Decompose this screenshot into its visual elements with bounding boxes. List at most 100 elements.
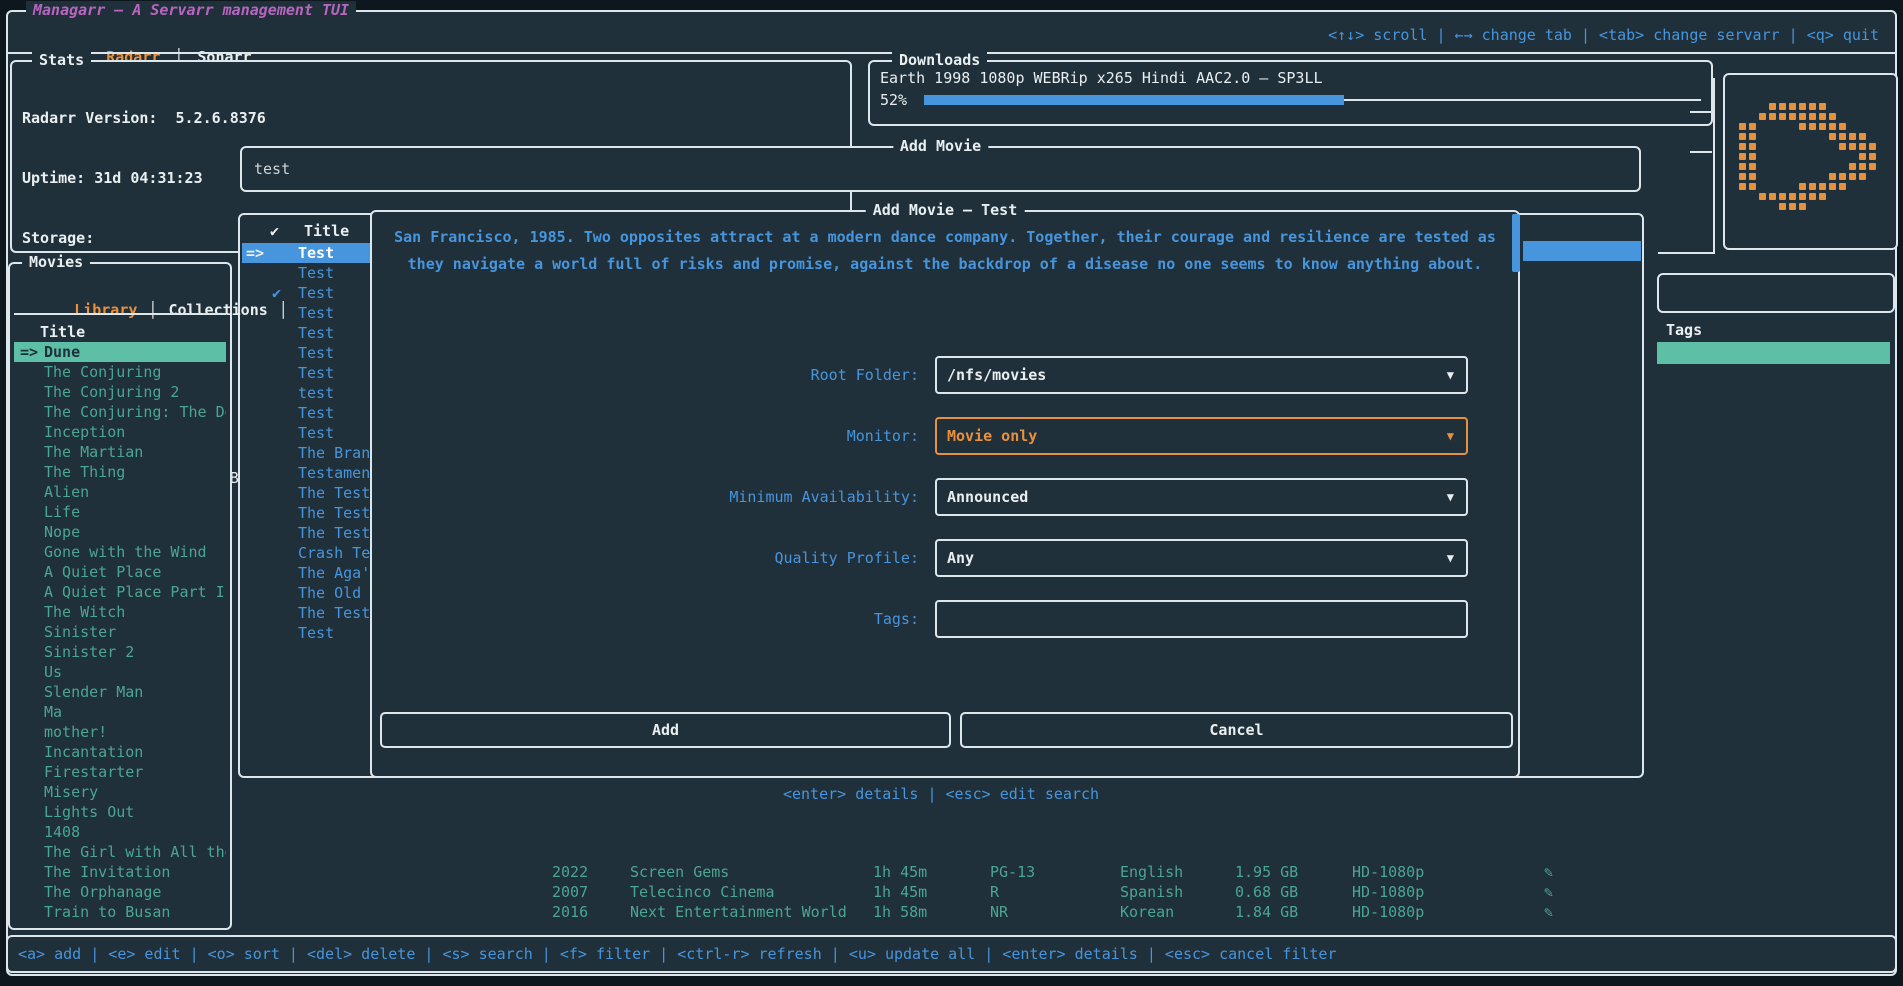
movie-title: Us bbox=[44, 662, 62, 682]
field-label: Monitor: bbox=[372, 417, 919, 455]
movie-list-item[interactable]: The Conjuring: The De bbox=[14, 402, 226, 422]
results-title-header[interactable]: Title bbox=[304, 221, 349, 241]
movie-list-item[interactable]: Incantation bbox=[14, 742, 226, 762]
movie-title: Sinister 2 bbox=[44, 642, 134, 662]
movie-list-item[interactable]: The Conjuring bbox=[14, 362, 226, 382]
movie-list-item[interactable]: Ma bbox=[14, 702, 226, 722]
movie-list-item[interactable]: Slender Man bbox=[14, 682, 226, 702]
result-title: The Bran bbox=[298, 443, 370, 463]
chevron-down-icon: ▼ bbox=[1447, 480, 1454, 514]
result-list-item[interactable]: Testamen bbox=[242, 463, 370, 483]
result-list-item[interactable]: test bbox=[242, 383, 370, 403]
table-row[interactable]: 2007Telecinco Cinema1h 45mRSpanish0.68 G… bbox=[0, 882, 1903, 902]
result-title: The Old bbox=[298, 583, 361, 603]
movie-list-item[interactable]: The Martian bbox=[14, 442, 226, 462]
result-title: Testamen bbox=[298, 463, 370, 483]
add-movie-search-title: Add Movie bbox=[893, 137, 988, 155]
movie-list-item[interactable]: The Thing bbox=[14, 462, 226, 482]
movie-list-item[interactable]: Life bbox=[14, 502, 226, 522]
movie-list-item[interactable]: Us bbox=[14, 662, 226, 682]
result-list-item[interactable]: Test bbox=[242, 623, 370, 643]
table-row[interactable]: 2022Screen Gems1h 45mPG-13English1.95 GB… bbox=[0, 862, 1903, 882]
field-select[interactable]: Movie only▼ bbox=[935, 417, 1468, 455]
movie-list-item[interactable]: Misery bbox=[14, 782, 226, 802]
field-label: Quality Profile: bbox=[372, 539, 919, 577]
result-list-item[interactable]: The Test bbox=[242, 483, 370, 503]
movie-overview: San Francisco, 1985. Two opposites attra… bbox=[390, 224, 1500, 278]
movie-title: The Conjuring bbox=[44, 362, 161, 382]
movie-title: A Quiet Place bbox=[44, 562, 161, 582]
movie-list-item[interactable]: Lights Out bbox=[14, 802, 226, 822]
movie-list-item[interactable]: A Quiet Place bbox=[14, 562, 226, 582]
result-list-item[interactable]: The Test bbox=[242, 503, 370, 523]
movie-list-item[interactable]: Sinister 2 bbox=[14, 642, 226, 662]
result-list-item[interactable]: Test bbox=[242, 343, 370, 363]
result-list-item[interactable]: The Aga' bbox=[242, 563, 370, 583]
result-title: Test bbox=[298, 403, 334, 423]
movie-title: Life bbox=[44, 502, 80, 522]
add-movie-modal: Add Movie – Test San Francisco, 1985. Tw… bbox=[370, 210, 1520, 778]
result-list-item[interactable]: The Test bbox=[242, 523, 370, 543]
selected-row-prefix: => bbox=[20, 342, 38, 362]
add-button[interactable]: Add bbox=[380, 712, 951, 748]
cell-size: 1.95 GB bbox=[1235, 862, 1298, 882]
movie-list-item[interactable]: The Conjuring 2 bbox=[14, 382, 226, 402]
result-list-item[interactable]: The Bran bbox=[242, 443, 370, 463]
results-keybind-help: <enter> details | <esc> edit search bbox=[238, 784, 1644, 804]
movie-list-item[interactable]: Firestarter bbox=[14, 762, 226, 782]
movie-list-item[interactable]: 1408 bbox=[14, 822, 226, 842]
add-movie-search-box: Add Movie test bbox=[240, 146, 1641, 192]
search-input[interactable]: test bbox=[254, 159, 290, 179]
movies-list: =>DuneThe ConjuringThe Conjuring 2The Co… bbox=[10, 342, 230, 928]
field-value: Movie only bbox=[947, 419, 1037, 453]
result-list-item[interactable]: => Test bbox=[242, 243, 370, 263]
movie-list-item[interactable]: mother! bbox=[14, 722, 226, 742]
movie-title: Inception bbox=[44, 422, 125, 442]
edit-icon: ✎ bbox=[1544, 882, 1553, 902]
movie-list-item[interactable]: Sinister bbox=[14, 622, 226, 642]
movie-list-item[interactable]: The Witch bbox=[14, 602, 226, 622]
result-list-item[interactable]: Test bbox=[242, 323, 370, 343]
result-list-item[interactable]: The Old bbox=[242, 583, 370, 603]
result-title: Test bbox=[298, 303, 334, 323]
field-select[interactable]: Any▼ bbox=[935, 539, 1468, 577]
field-input[interactable] bbox=[935, 600, 1468, 638]
tab-library[interactable]: Library bbox=[74, 301, 137, 319]
right-panel-line bbox=[1690, 111, 1712, 113]
field-value: Any bbox=[947, 541, 974, 575]
table-row[interactable]: 2016Next Entertainment World1h 58mNRKore… bbox=[0, 902, 1903, 922]
movie-list-item[interactable]: Gone with the Wind bbox=[14, 542, 226, 562]
app-title: Managarr – A Servarr management TUI bbox=[26, 1, 356, 19]
movie-title: Lights Out bbox=[44, 802, 134, 822]
result-title: Test bbox=[298, 243, 334, 263]
movie-list-item[interactable]: =>Dune bbox=[14, 342, 226, 362]
result-list-item[interactable]: Test bbox=[242, 403, 370, 423]
selected-tag-row[interactable] bbox=[1657, 342, 1890, 364]
movie-list-item[interactable]: Inception bbox=[14, 422, 226, 442]
download-percent: 52% bbox=[880, 90, 907, 110]
cell-quality: HD-1080p bbox=[1352, 882, 1424, 902]
result-list-item[interactable]: Crash Te bbox=[242, 543, 370, 563]
cancel-button[interactable]: Cancel bbox=[960, 712, 1513, 748]
movie-list-item[interactable]: Alien bbox=[14, 482, 226, 502]
cell-year: 2016 bbox=[552, 902, 588, 922]
cell-quality: HD-1080p bbox=[1352, 862, 1424, 882]
movie-list-item[interactable]: Nope bbox=[14, 522, 226, 542]
movie-list-item[interactable]: A Quiet Place Part II bbox=[14, 582, 226, 602]
result-list-item[interactable]: Test bbox=[242, 423, 370, 443]
result-list-item[interactable]: The Test bbox=[242, 603, 370, 623]
result-title: The Test bbox=[298, 483, 370, 503]
field-select[interactable]: Announced▼ bbox=[935, 478, 1468, 516]
tab-separator: │ bbox=[137, 301, 168, 319]
movie-title: 1408 bbox=[44, 822, 80, 842]
movie-title: Slender Man bbox=[44, 682, 143, 702]
overview-scrollbar[interactable] bbox=[1512, 214, 1520, 272]
result-list-item[interactable]: Test bbox=[242, 363, 370, 383]
field-select[interactable]: /nfs/movies▼ bbox=[935, 356, 1468, 394]
selected-row-prefix: => bbox=[246, 243, 264, 263]
movies-title-header[interactable]: Title bbox=[40, 322, 85, 342]
top-keybind-help: <↑↓> scroll | ←→ change tab | <tab> chan… bbox=[1328, 24, 1879, 46]
movie-list-item[interactable]: The Girl with All the bbox=[14, 842, 226, 862]
tab-collections[interactable]: Collections bbox=[168, 301, 267, 319]
selected-result-row-fragment[interactable] bbox=[1523, 241, 1641, 261]
